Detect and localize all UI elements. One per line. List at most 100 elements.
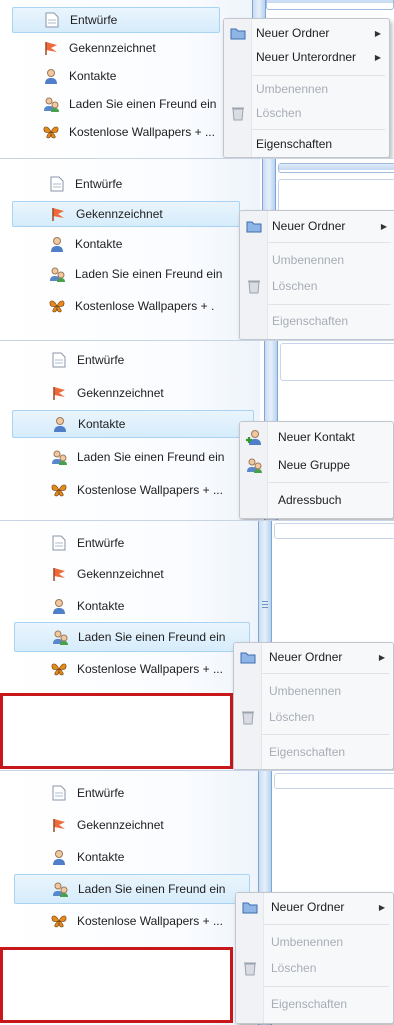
drafts-icon [43,11,61,29]
butterfly-icon [48,297,66,315]
contact-icon [50,597,68,615]
invite-icon [51,628,69,646]
menu-item-address-book[interactable]: Adressbuch [240,488,393,512]
drafts-icon [50,351,68,369]
folder-flagged[interactable]: Gekennzeichnet [42,35,242,61]
context-menu: Neuer Ordner ▶ Neuer Unterordner ▶ Umben… [223,18,390,158]
folder-icon [245,217,263,235]
invite-icon [51,880,69,898]
folder-invite[interactable]: Laden Sie einen Freund ein [14,622,250,652]
screenshot-panel-2: Entwürfe Gekennzeichnet Kontakte Laden S… [0,159,394,340]
submenu-arrow-icon: ▶ [380,221,387,231]
group-icon [245,456,263,474]
message-pane [278,163,394,173]
context-menu: Neuer Ordner ▶ Umbenennen Löschen Eigens… [233,642,394,770]
menu-item-properties[interactable]: Eigenschaften [234,740,393,764]
flag-icon [42,39,60,57]
context-menu: Neuer Ordner ▶ Umbenennen Löschen Eigens… [239,210,394,340]
folder-contacts[interactable]: Kontakte [48,231,248,257]
folder-flagged[interactable]: Gekennzeichnet [50,380,250,406]
menu-item-new-group[interactable]: Neue Gruppe [240,453,393,477]
folder-invite[interactable]: Laden Sie einen Freund ein [14,874,250,904]
folder-drafts[interactable]: Entwürfe [50,780,250,806]
menu-item-rename[interactable]: Umbenennen [240,248,394,272]
folder-drafts[interactable]: Entwürfe [50,347,250,373]
screenshot-panel-3: Entwürfe Gekennzeichnet Kontakte Laden S… [0,341,394,520]
invite-icon [48,265,66,283]
menu-item-properties[interactable]: Eigenschaften [224,132,389,156]
screenshot-panel-1: Entwürfe Gekennzeichnet Kontakte Laden S… [0,0,394,158]
message-pane [274,523,394,539]
folder-invite[interactable]: Laden Sie einen Freund ein [42,91,250,117]
menu-item-delete[interactable]: Löschen [236,956,393,980]
folder-wallpapers[interactable]: Kostenlose Wallpapers + ... [50,477,255,503]
context-menu: Neuer Kontakt Neue Gruppe Adressbuch [239,421,394,519]
flag-icon [49,205,67,223]
drafts-icon [48,175,66,193]
screenshot-panel-5: Entwürfe Gekennzeichnet Kontakte Laden S… [0,771,394,1025]
context-menu: Neuer Ordner ▶ Umbenennen Löschen Eigens… [235,892,394,1024]
menu-item-new-folder[interactable]: Neuer Ordner ▶ [240,214,394,238]
folder-wallpapers[interactable]: Kostenlose Wallpapers + ... [50,908,240,934]
folder-icon [241,898,259,916]
contact-icon [50,848,68,866]
message-pane [280,343,394,381]
message-pane [266,0,394,10]
folder-label: Gekennzeichnet [69,41,156,55]
contact-add-icon [245,428,263,446]
menu-item-new-subfolder[interactable]: Neuer Unterordner ▶ [224,45,389,69]
folder-contacts[interactable]: Kontakte [50,593,250,619]
butterfly-icon [50,660,68,678]
trash-icon [241,959,259,977]
menu-item-rename[interactable]: Umbenennen [224,77,389,101]
folder-label: Entwürfe [70,13,118,27]
folder-pane: Entwürfe Gekennzeichnet Kontakte Laden S… [0,0,260,158]
invite-icon [50,448,68,466]
menu-item-new-contact[interactable]: Neuer Kontakt [240,425,393,449]
folder-icon [229,24,247,42]
folder-drafts[interactable]: Entwürfe [50,530,250,556]
invite-icon [42,95,60,113]
folder-label: Kontakte [69,69,117,83]
menu-item-delete[interactable]: Löschen [234,705,393,729]
contact-icon [48,235,66,253]
menu-item-new-folder[interactable]: Neuer Ordner ▶ [234,645,393,669]
menu-item-delete[interactable]: Löschen [224,101,389,125]
trash-icon [229,104,247,122]
folder-wallpapers[interactable]: Kostenlose Wallpapers + ... [50,656,240,682]
folder-invite[interactable]: Laden Sie einen Freund ein [48,261,262,287]
menu-item-rename[interactable]: Umbenennen [234,679,393,703]
menu-item-rename[interactable]: Umbenennen [236,930,393,954]
drafts-icon [50,534,68,552]
drafts-icon [50,784,68,802]
folder-flagged[interactable]: Gekennzeichnet [50,812,250,838]
folder-flagged[interactable]: Gekennzeichnet [12,201,240,227]
folder-icon [239,648,257,666]
trash-icon [245,277,263,295]
menu-item-delete[interactable]: Löschen [240,274,394,298]
menu-item-properties[interactable]: Eigenschaften [240,309,394,333]
trash-icon [239,708,257,726]
screenshot-panel-4: Entwürfe Gekennzeichnet Kontakte Laden S… [0,521,394,770]
folder-label: Laden Sie einen Freund ein [69,97,217,111]
folder-contacts[interactable]: Kontakte [50,844,250,870]
menu-item-new-folder[interactable]: Neuer Ordner ▶ [236,895,393,919]
folder-invite[interactable]: Laden Sie einen Freund ein [50,444,265,470]
folder-drafts[interactable]: Entwürfe [12,7,220,33]
folder-contacts[interactable]: Kontakte [12,410,254,438]
menu-item-properties[interactable]: Eigenschaften [236,992,393,1016]
contact-icon [42,67,60,85]
flag-icon [50,565,68,583]
message-pane [274,773,394,789]
butterfly-icon [50,481,68,499]
folder-drafts[interactable]: Entwürfe [48,171,248,197]
folder-wallpapers[interactable]: Kostenlose Wallpapers + ... [42,119,227,145]
highlight-box [0,947,233,1023]
folder-contacts[interactable]: Kontakte [42,63,242,89]
folder-flagged[interactable]: Gekennzeichnet [50,561,250,587]
folder-pane: Entwürfe Gekennzeichnet Kontakte Laden S… [0,159,260,340]
folder-wallpapers[interactable]: Kostenlose Wallpapers + . [48,293,253,319]
menu-item-new-folder[interactable]: Neuer Ordner ▶ [224,21,389,45]
submenu-arrow-icon: ▶ [374,52,381,62]
butterfly-icon [42,123,60,141]
